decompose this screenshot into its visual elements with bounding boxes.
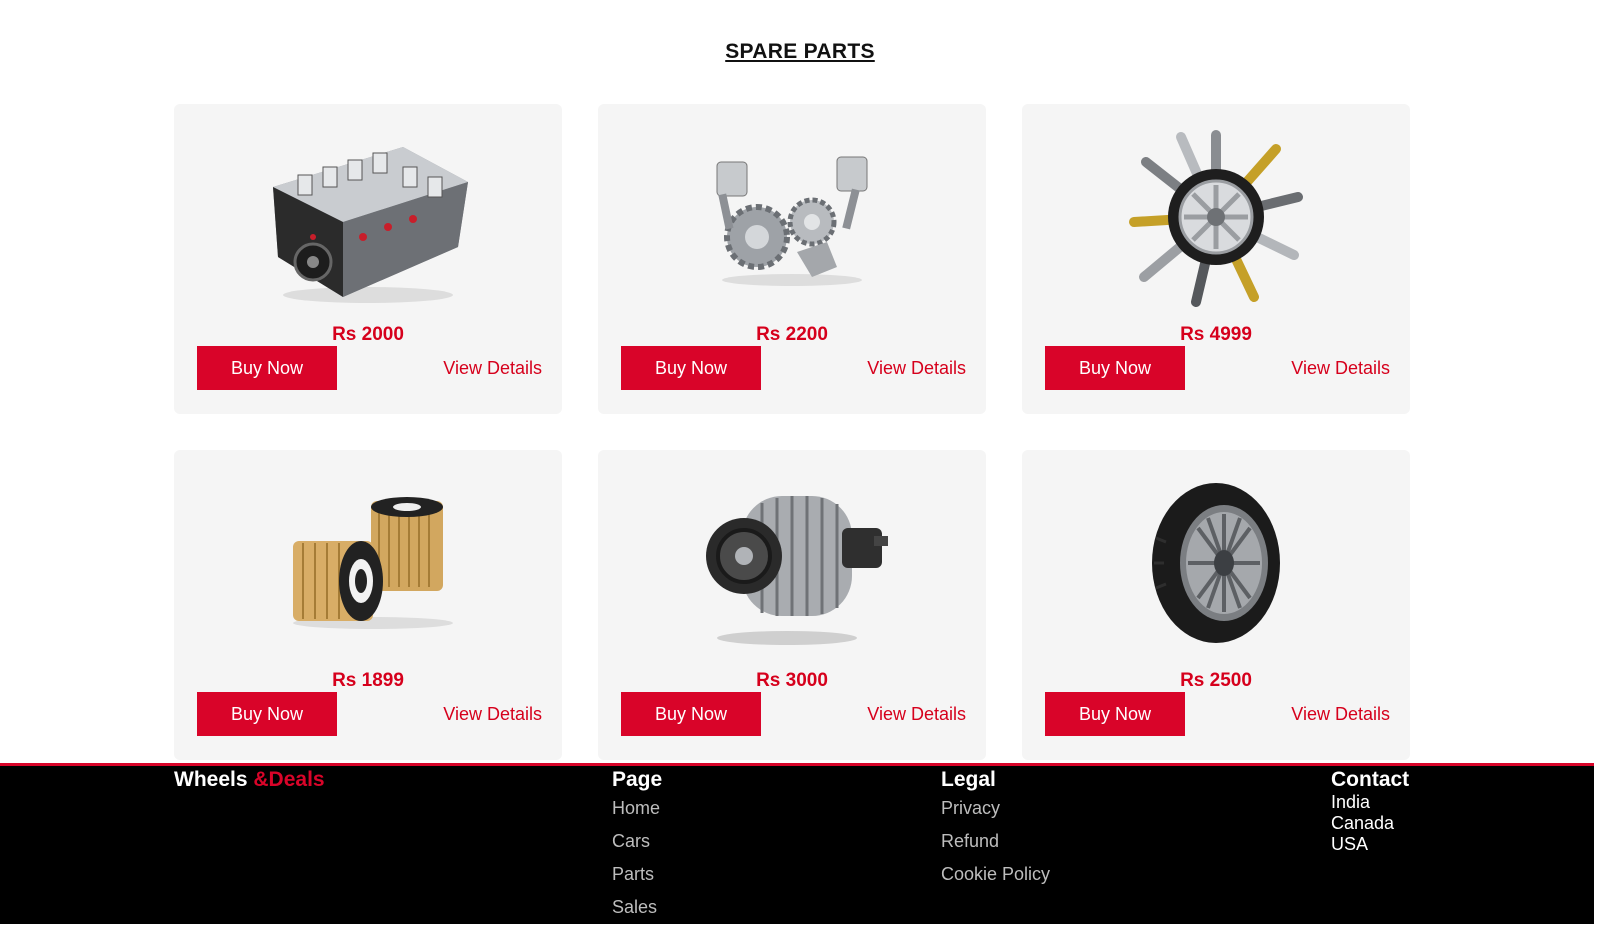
footer-page-heading: Page [612,768,663,791]
footer-link-parts[interactable]: Parts [612,858,662,891]
contact-country-canada: Canada [1331,813,1395,833]
product-card: Rs 2200 Buy Now View Details [598,104,986,414]
buy-now-button[interactable]: Buy Now [621,692,761,736]
buy-now-button[interactable]: Buy Now [197,692,337,736]
product-card: Rs 4999 Buy Now View Details [1022,104,1410,414]
product-card: Rs 1899 Buy Now View Details [174,450,562,760]
product-price: Rs 1899 [332,670,404,691]
site-footer: Wheels &Deals Page Home Cars Parts Sales… [0,763,1594,924]
footer-link-privacy[interactable]: Privacy [941,792,1050,825]
view-details-link[interactable]: View Details [867,358,966,379]
view-details-link[interactable]: View Details [443,704,542,725]
view-details-link[interactable]: View Details [443,358,542,379]
view-details-link[interactable]: View Details [867,704,966,725]
footer-link-cars[interactable]: Cars [612,825,662,858]
brand-name-part2: &Deals [253,768,325,791]
buy-now-button[interactable]: Buy Now [197,346,337,390]
product-card: Rs 3000 Buy Now View Details [598,450,986,760]
product-price: Rs 4999 [1180,324,1252,345]
footer-page-column: Page Home Cars Parts Sales [612,768,662,924]
buy-now-button[interactable]: Buy Now [1045,692,1185,736]
footer-link-home[interactable]: Home [612,792,662,825]
footer-link-cookie-policy[interactable]: Cookie Policy [941,858,1050,891]
wheel-parts-image [1022,122,1410,312]
product-price: Rs 2500 [1180,670,1252,691]
footer-legal-heading: Legal [941,768,996,791]
footer-contact-heading: Contact [1331,768,1410,791]
product-price: Rs 3000 [756,670,828,691]
contact-country-usa: USA [1331,834,1369,854]
section-title: SPARE PARTS [725,40,875,63]
buy-now-button[interactable]: Buy Now [1045,346,1185,390]
footer-contact-column: Contact India Canada USA [1331,768,1409,855]
footer-legal-column: Legal Privacy Refund Cookie Policy [941,768,1050,891]
oil-filters-image [174,468,562,658]
alternator-image [598,468,986,658]
contact-country-india: India [1331,792,1371,812]
product-price: Rs 2200 [756,324,828,345]
buy-now-button[interactable]: Buy Now [621,346,761,390]
view-details-link[interactable]: View Details [1291,358,1390,379]
brand-name-part1: Wheels [174,768,248,791]
tyre-image [1022,468,1410,658]
view-details-link[interactable]: View Details [1291,704,1390,725]
footer-brand-logo[interactable]: Wheels &Deals [174,768,325,792]
product-card: Rs 2000 Buy Now View Details [174,104,562,414]
product-price: Rs 2000 [332,324,404,345]
footer-link-refund[interactable]: Refund [941,825,1050,858]
product-card: Rs 2500 Buy Now View Details [1022,450,1410,760]
engine-image [174,122,562,312]
footer-link-sales[interactable]: Sales [612,891,662,924]
pistons-gears-image [598,122,986,312]
